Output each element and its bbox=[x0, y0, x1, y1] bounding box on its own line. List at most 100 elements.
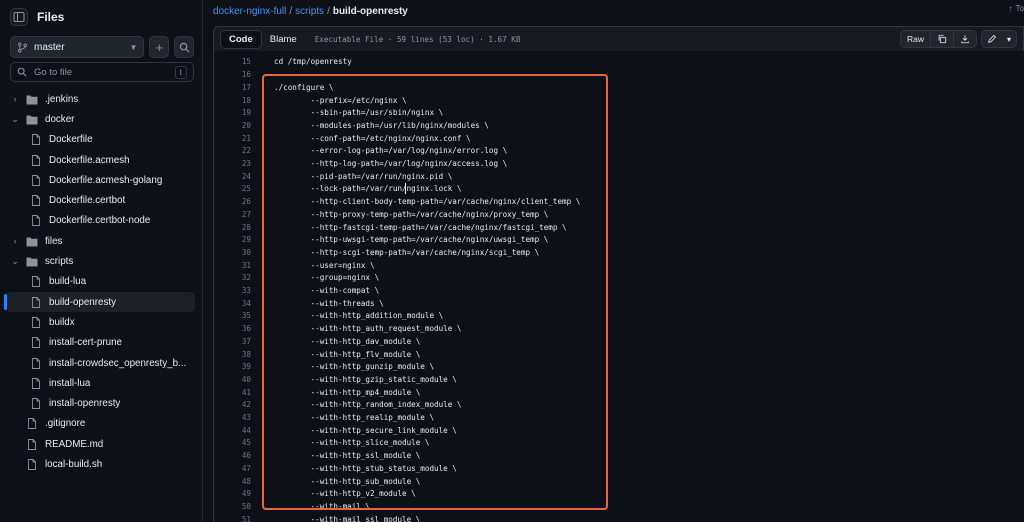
line-number[interactable]: 21 bbox=[214, 134, 251, 143]
go-to-file-input[interactable]: Go to file t bbox=[10, 62, 194, 82]
search-icon bbox=[179, 42, 190, 53]
line-content: --pid-path=/var/run/nginx.pid \ bbox=[274, 171, 453, 181]
line-number[interactable]: 17 bbox=[214, 83, 251, 92]
tree-folder[interactable]: › .jenkins bbox=[0, 89, 203, 109]
line-number[interactable]: 39 bbox=[214, 362, 251, 371]
line-content: --with-threads \ bbox=[274, 298, 384, 308]
line-number[interactable]: 31 bbox=[214, 261, 251, 270]
download-button[interactable] bbox=[954, 31, 976, 47]
line-number[interactable]: 37 bbox=[214, 337, 251, 346]
line-number[interactable]: 38 bbox=[214, 350, 251, 359]
breadcrumb-folder-link[interactable]: scripts bbox=[295, 6, 324, 17]
line-number[interactable]: 35 bbox=[214, 311, 251, 320]
tree-file[interactable]: build-openresty bbox=[4, 291, 195, 313]
line-number[interactable]: 48 bbox=[214, 477, 251, 486]
tree-file[interactable]: install-lua bbox=[0, 373, 203, 393]
line-number[interactable]: 47 bbox=[214, 464, 251, 473]
line-number[interactable]: 20 bbox=[214, 121, 251, 130]
line-number[interactable]: 50 bbox=[214, 502, 251, 511]
line-number[interactable]: 40 bbox=[214, 375, 251, 384]
line-number[interactable]: 45 bbox=[214, 438, 251, 447]
search-code-button[interactable] bbox=[174, 36, 194, 58]
tree-item-label: install-lua bbox=[49, 377, 91, 389]
line-content: --http-fastcgi-temp-path=/var/cache/ngin… bbox=[274, 222, 567, 232]
line-number[interactable]: 19 bbox=[214, 108, 251, 117]
plus-icon: + bbox=[155, 39, 164, 55]
line-content: --with-http_mp4_module \ bbox=[274, 387, 421, 397]
tree-file[interactable]: install-cert-prune bbox=[0, 333, 203, 353]
pencil-icon bbox=[988, 34, 997, 43]
line-number[interactable]: 27 bbox=[214, 210, 251, 219]
chevron-right-icon[interactable]: › bbox=[10, 236, 20, 246]
line-number[interactable]: 43 bbox=[214, 413, 251, 422]
line-number[interactable]: 42 bbox=[214, 400, 251, 409]
line-number[interactable]: 44 bbox=[214, 426, 251, 435]
code-tab[interactable]: Code bbox=[220, 29, 262, 49]
line-number[interactable]: 28 bbox=[214, 223, 251, 232]
file-icon bbox=[30, 398, 42, 410]
tree-file[interactable]: local-build.sh bbox=[0, 454, 203, 474]
edit-dropdown-button[interactable]: ▾ bbox=[1002, 31, 1016, 47]
branch-selector[interactable]: master ▼ bbox=[10, 36, 145, 58]
tree-file[interactable]: buildx bbox=[0, 312, 203, 332]
top-link[interactable]: ↑ To bbox=[1009, 4, 1024, 13]
file-icon bbox=[30, 195, 42, 207]
edit-file-button[interactable] bbox=[982, 31, 1002, 47]
line-number[interactable]: 15 bbox=[214, 57, 251, 66]
tree-file[interactable]: build-lua bbox=[0, 272, 203, 292]
line-number[interactable]: 30 bbox=[214, 248, 251, 257]
tree-file[interactable]: Dockerfile.acmesh bbox=[0, 150, 203, 170]
line-number[interactable]: 24 bbox=[214, 172, 251, 181]
collapse-sidebar-icon[interactable] bbox=[10, 8, 28, 26]
tree-file[interactable]: Dockerfile.acmesh-golang bbox=[0, 170, 203, 190]
search-icon bbox=[17, 67, 27, 77]
line-number[interactable]: 34 bbox=[214, 299, 251, 308]
raw-button[interactable]: Raw bbox=[901, 31, 931, 47]
line-number[interactable]: 32 bbox=[214, 273, 251, 282]
line-number[interactable]: 23 bbox=[214, 159, 251, 168]
tree-file[interactable]: Dockerfile.certbot-node bbox=[0, 211, 203, 231]
line-number[interactable]: 25 bbox=[214, 184, 251, 193]
code-view[interactable]: 15 cd /tmp/openresty 16 17 ./configure \ 18 -… bbox=[213, 51, 1024, 522]
chevron-down-icon[interactable]: ⌄ bbox=[10, 256, 20, 267]
line-content: --with-http_gunzip_module \ bbox=[274, 362, 435, 372]
copy-raw-button[interactable] bbox=[931, 31, 954, 47]
line-content: --with-http_random_index_module \ bbox=[274, 400, 462, 410]
tree-folder[interactable]: ⌄ scripts bbox=[0, 251, 203, 271]
breadcrumb: docker-nginx-full / scripts / build-open… bbox=[213, 0, 1024, 22]
tree-file[interactable]: Dockerfile bbox=[0, 130, 203, 150]
line-content: --sbin-path=/usr/sbin/nginx \ bbox=[274, 108, 444, 118]
line-number[interactable]: 51 bbox=[214, 515, 251, 522]
breadcrumb-repo-link[interactable]: docker-nginx-full bbox=[213, 6, 286, 17]
chevron-down-icon[interactable]: ⌄ bbox=[10, 114, 20, 125]
tree-file[interactable]: Dockerfile.certbot bbox=[0, 190, 203, 210]
file-icon bbox=[30, 154, 42, 166]
code-line: 34 --with-threads \ bbox=[214, 297, 1024, 310]
blame-tab[interactable]: Blame bbox=[262, 30, 305, 49]
tree-file[interactable]: .gitignore bbox=[0, 414, 203, 434]
line-number[interactable]: 33 bbox=[214, 286, 251, 295]
tree-folder[interactable]: › files bbox=[0, 231, 203, 251]
line-number[interactable]: 18 bbox=[214, 96, 251, 105]
tree-folder[interactable]: ⌄ docker bbox=[0, 109, 203, 129]
code-line: 25 --lock-path=/var/run/nginx.lock \ bbox=[214, 183, 1024, 196]
line-number[interactable]: 22 bbox=[214, 146, 251, 155]
line-number[interactable]: 26 bbox=[214, 197, 251, 206]
chevron-right-icon[interactable]: › bbox=[10, 94, 20, 104]
line-number[interactable]: 36 bbox=[214, 324, 251, 333]
line-content: --error-log-path=/var/log/nginx/error.lo… bbox=[274, 146, 508, 156]
line-number[interactable]: 41 bbox=[214, 388, 251, 397]
file-icon bbox=[30, 337, 42, 349]
line-number[interactable]: 49 bbox=[214, 489, 251, 498]
code-line: 15 cd /tmp/openresty bbox=[214, 56, 1024, 69]
line-number[interactable]: 29 bbox=[214, 235, 251, 244]
tree-file[interactable]: README.md bbox=[0, 434, 203, 454]
code-line: 50 --with-mail \ bbox=[214, 500, 1024, 513]
code-line: 47 --with-http_stub_status_module \ bbox=[214, 462, 1024, 475]
tree-file[interactable]: install-openresty bbox=[0, 393, 203, 413]
add-file-button[interactable]: + bbox=[149, 36, 170, 58]
tree-item-label: .jenkins bbox=[45, 93, 79, 105]
line-number[interactable]: 46 bbox=[214, 451, 251, 460]
line-number[interactable]: 16 bbox=[214, 70, 251, 79]
tree-file[interactable]: install-crowdsec_openresty_b... bbox=[0, 353, 203, 373]
